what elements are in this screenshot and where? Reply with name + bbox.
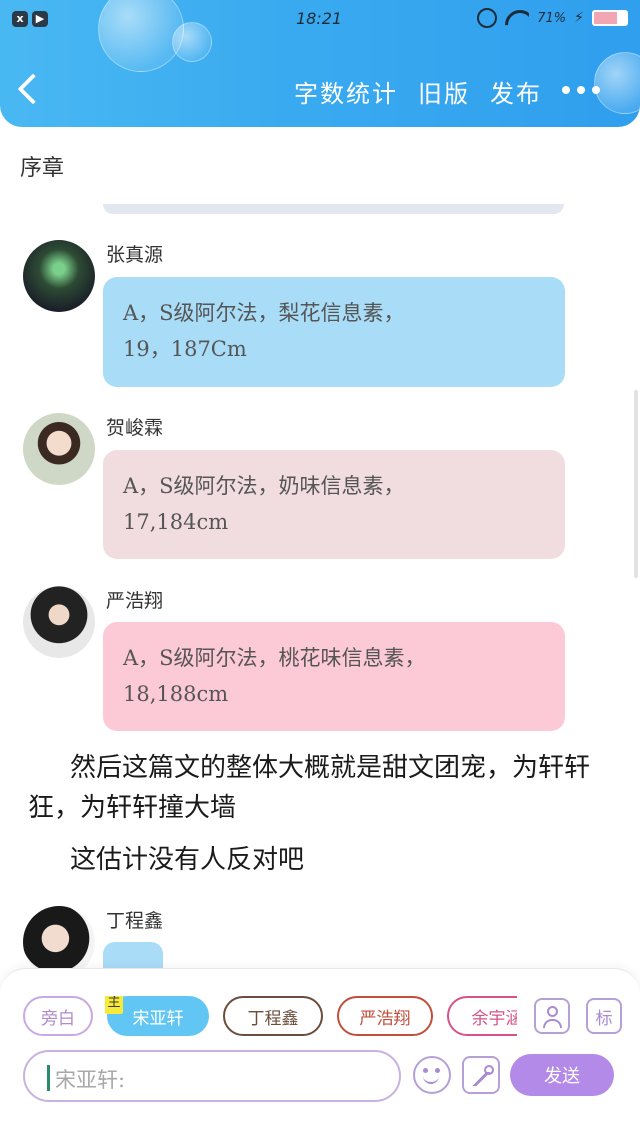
video-app-icon: ▶ [32,11,48,27]
role-chip[interactable]: 丁程鑫 [223,996,323,1036]
battery-percent: 71% [537,10,567,26]
contact-icon[interactable] [534,998,570,1034]
header-bar: x ▶ 18:21 71% ⚡ 字数统计 旧版 发布 [0,0,640,127]
wifi-icon [505,8,529,28]
word-count-button[interactable]: 字数统计 [294,74,398,109]
charging-icon: ⚡ [574,10,584,26]
avatar[interactable] [23,413,95,485]
message-line: A，S级阿尔法，奶味信息素， [123,474,405,498]
scrollbar[interactable] [634,390,638,578]
narration-paragraph[interactable]: 这估计没有人反对吧 [28,840,613,880]
role-chip[interactable]: 严浩翔 [337,996,433,1036]
message-line: 19，187Cm [123,337,247,361]
message-bubble[interactable]: A，S级阿尔法，梨花信息素， 19，187Cm [103,277,565,387]
status-left: x ▶ [12,11,48,27]
message-line: 18,188cm [123,682,229,706]
contact-head [547,1006,558,1017]
role-chip-narration[interactable]: 旁白 [23,996,93,1036]
role-chip-active[interactable]: 主 宋亚轩 [105,996,209,1036]
status-time: 18:21 [296,9,343,28]
x-app-icon: x [12,11,28,27]
avatar[interactable] [23,586,95,658]
role-chip-label: 宋亚轩 [132,1008,184,1029]
send-button[interactable]: 发送 [510,1054,614,1096]
header-actions: 字数统计 旧版 发布 [294,74,542,109]
narration-paragraph[interactable]: 然后这篇文的整体大概就是甜文团宠，为轩轩狂，为轩轩撞大墙 [28,748,613,828]
message-bubble[interactable]: A，S级阿尔法，奶味信息素， 17,184cm [103,450,565,559]
speaker-name: 张真源 [106,244,164,266]
avatar[interactable] [23,240,95,312]
message-line: A，S级阿尔法，桃花味信息素， [123,646,426,670]
tag-button[interactable]: 标 [586,998,622,1034]
chevron-left-icon[interactable] [17,73,49,105]
emoji-icon[interactable] [413,1056,451,1094]
chapter-title[interactable]: 序章 [20,150,64,182]
input-placeholder: 宋亚轩: [55,1068,126,1092]
role-chip-list[interactable]: 旁白 主 宋亚轩 丁程鑫 严浩翔 余宇涵 [23,996,517,1036]
status-bar: x ▶ 18:21 71% ⚡ [0,0,640,42]
role-chip[interactable]: 余宇涵 [447,996,517,1036]
message-input[interactable]: 宋亚轩: [23,1050,401,1102]
alarm-icon [477,8,498,28]
main-role-tag: 主 [105,996,123,1014]
image-icon[interactable] [462,1056,500,1094]
battery-icon [592,10,628,26]
message-bubble[interactable]: A，S级阿尔法，桃花味信息素， 18,188cm [103,622,565,731]
speaker-name: 丁程鑫 [106,910,164,932]
text-caret [47,1065,50,1091]
speaker-name: 贺峻霖 [106,417,164,439]
status-right: 71% ⚡ [477,8,628,28]
previous-bubble [103,204,564,214]
old-version-button[interactable]: 旧版 [418,74,470,109]
decor-bubble [594,52,640,114]
message-line: A，S级阿尔法，梨花信息素， [123,301,405,325]
message-line: 17,184cm [123,510,229,534]
speaker-name: 严浩翔 [106,590,164,612]
more-dots-icon[interactable] [562,86,600,94]
publish-button[interactable]: 发布 [490,74,542,109]
contact-body [543,1019,562,1028]
